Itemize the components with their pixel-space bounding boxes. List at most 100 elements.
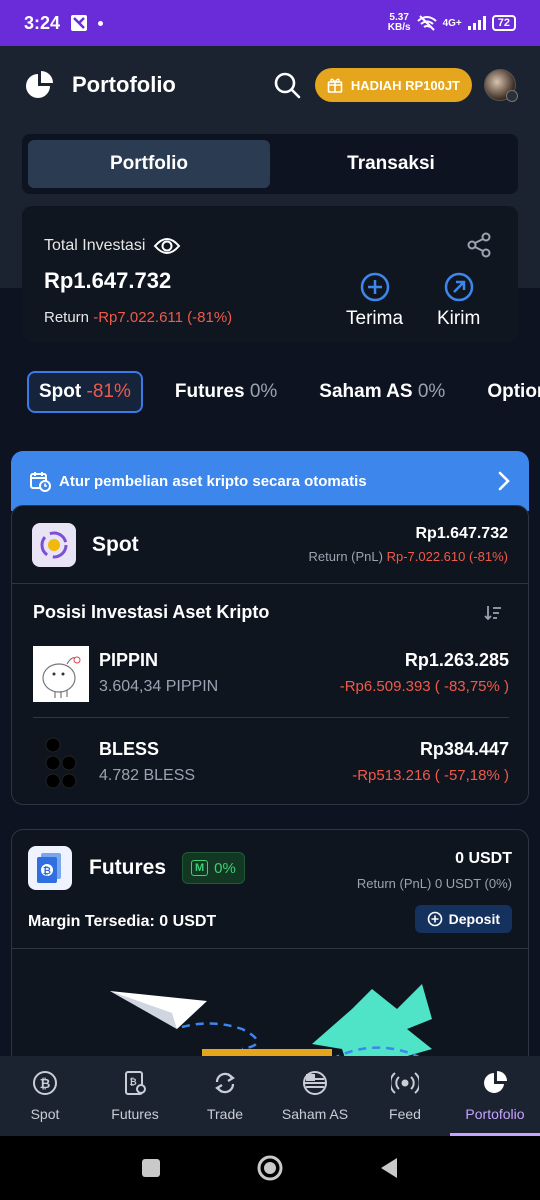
nav-label: Trade bbox=[206, 1106, 244, 1122]
banner-text: Atur pembelian aset kripto secara otomat… bbox=[59, 472, 367, 490]
return-value: -Rp7.022.611 (-81%) bbox=[93, 309, 233, 326]
margin-available: Margin Tersedia: 0 USDT bbox=[28, 913, 217, 930]
network-speed: 5.37 KB/s bbox=[388, 13, 411, 33]
total-investment-value: Rp1.647.732 bbox=[44, 268, 172, 293]
spot-return-label: Return (PnL) bbox=[308, 549, 383, 564]
swap-icon bbox=[215, 1072, 235, 1094]
plus-circle-icon bbox=[360, 272, 389, 302]
eye-icon[interactable] bbox=[153, 236, 181, 256]
futures-card: ₿ Futures M 0% 0 USDT Return (PnL) 0 USD… bbox=[11, 829, 529, 1069]
position-name: PIPPIN bbox=[99, 650, 159, 670]
home-icon[interactable] bbox=[257, 1155, 283, 1181]
nav-label: Feed bbox=[389, 1106, 421, 1122]
nav-trade[interactable]: Trade bbox=[180, 1056, 270, 1136]
asset-tab-label: Options bbox=[487, 381, 540, 402]
futures-return: Return (PnL) 0 USDT (0%) bbox=[357, 876, 512, 891]
gift-icon bbox=[327, 78, 343, 93]
deposit-button[interactable]: Deposit bbox=[414, 905, 512, 933]
asset-type-tabs: Spot -81% Futures 0% Saham AS 0% Options… bbox=[27, 371, 540, 413]
asset-tab-label: Futures bbox=[174, 381, 245, 402]
promo-label: HADIAH RP100JT bbox=[350, 77, 460, 93]
position-name: BLESS bbox=[99, 739, 160, 759]
futures-value: 0 USDT bbox=[455, 850, 512, 867]
avatar[interactable] bbox=[484, 69, 518, 102]
calendar-clock-icon bbox=[30, 472, 51, 492]
svg-text:₿: ₿ bbox=[40, 1077, 51, 1092]
total-investment-label-row: Total Investasi bbox=[44, 236, 181, 256]
us-flag-icon bbox=[303, 1071, 327, 1095]
promo-button[interactable]: HADIAH RP100JT bbox=[314, 68, 472, 102]
send-button[interactable]: Kirim bbox=[437, 272, 480, 330]
asset-tab-pct: 0% bbox=[417, 381, 446, 402]
spot-card: Spot Rp1.647.732 Return (PnL) Rp-7.022.6… bbox=[11, 505, 529, 805]
asset-tab-futures[interactable]: Futures 0% bbox=[165, 371, 287, 413]
bless-token-icon bbox=[33, 735, 89, 791]
nav-saham-as[interactable]: Saham AS bbox=[270, 1056, 360, 1136]
pie-chart-icon bbox=[484, 1071, 507, 1093]
signal-icon bbox=[467, 16, 486, 30]
nav-spot[interactable]: ₿ Spot bbox=[0, 1056, 90, 1136]
asset-tab-label: Saham AS bbox=[319, 381, 413, 402]
network-type: 4G+ bbox=[442, 17, 462, 29]
back-icon[interactable] bbox=[379, 1157, 399, 1179]
spot-summary: Rp1.647.732 Return (PnL) Rp-7.022.610 (-… bbox=[309, 525, 508, 564]
top-header: Portofolio HADIAH RP100JT bbox=[0, 46, 540, 124]
position-row-pippin[interactable]: PIPPIN 3.604,34 PIPPIN Rp1.263.285 -Rp6.… bbox=[33, 646, 509, 716]
portfolio-tabs: Portfolio Transaksi bbox=[22, 134, 518, 194]
position-row-bless[interactable]: BLESS 4.782 BLESS Rp384.447 -Rp513.216 (… bbox=[33, 735, 509, 805]
receive-label: Terima bbox=[346, 308, 404, 329]
position-value: Rp1.263.285 bbox=[404, 650, 509, 670]
nav-portofolio[interactable]: Portofolio bbox=[450, 1056, 540, 1136]
total-investment-label: Total Investasi bbox=[44, 237, 146, 254]
battery-icon: 72 bbox=[491, 15, 516, 31]
nav-feed[interactable]: Feed bbox=[360, 1056, 450, 1136]
asset-tab-pct: -81% bbox=[86, 381, 131, 402]
spot-coin-icon bbox=[32, 522, 76, 567]
asset-tab-label: Spot bbox=[39, 381, 82, 402]
position-value: Rp384.447 bbox=[419, 739, 509, 759]
bitcoin-icon: ₿ bbox=[33, 1071, 57, 1095]
badge-value: 0% bbox=[214, 859, 236, 877]
status-time: 3:24 bbox=[24, 12, 61, 33]
position-qty: 3.604,34 PIPPIN bbox=[99, 678, 219, 695]
send-label: Kirim bbox=[437, 308, 481, 329]
recents-icon[interactable] bbox=[141, 1158, 161, 1178]
nav-label: Futures bbox=[111, 1106, 159, 1122]
chevron-right-icon bbox=[498, 471, 510, 491]
investment-summary-card: Total Investasi Rp1.647.732 Return -Rp7.… bbox=[22, 206, 518, 342]
spot-header[interactable]: Spot Rp1.647.732 Return (PnL) Rp-7.022.6… bbox=[12, 506, 528, 584]
search-icon[interactable] bbox=[273, 71, 301, 99]
asset-tab-options[interactable]: Options 0% bbox=[477, 371, 540, 413]
margin-icon: M bbox=[191, 860, 209, 876]
nav-label: Saham AS bbox=[281, 1106, 349, 1122]
wifi-off-icon bbox=[416, 15, 437, 31]
sort-icon[interactable] bbox=[484, 604, 502, 622]
app-notification-icon bbox=[71, 15, 88, 31]
futures-coin-icon: ₿ bbox=[28, 846, 72, 890]
position-pnl: -Rp6.509.393 ( -83,75% ) bbox=[339, 678, 509, 695]
asset-tab-pct: 0% bbox=[249, 381, 278, 402]
nav-label: Spot bbox=[30, 1106, 60, 1122]
nav-futures[interactable]: ₿ Futures bbox=[90, 1056, 180, 1136]
futures-return-label: Return (PnL) bbox=[356, 876, 432, 891]
receive-button[interactable]: Terima bbox=[346, 272, 403, 330]
page-title: Portofolio bbox=[72, 72, 176, 97]
speed-unit: KB/s bbox=[387, 22, 411, 33]
share-icon[interactable] bbox=[466, 232, 492, 258]
positions-title: Posisi Investasi Aset Kripto bbox=[33, 602, 270, 622]
futures-icon: ₿ bbox=[125, 1071, 146, 1095]
asset-tab-spot[interactable]: Spot -81% bbox=[27, 371, 143, 413]
asset-tab-saham-as[interactable]: Saham AS 0% bbox=[309, 371, 455, 413]
tab-transaksi[interactable]: Transaksi bbox=[270, 140, 512, 188]
plus-circle-icon bbox=[427, 911, 442, 927]
pippin-token-icon bbox=[33, 646, 89, 702]
spot-value: Rp1.647.732 bbox=[415, 525, 508, 542]
pie-logo-icon bbox=[26, 71, 53, 98]
bottom-navigation: ₿ Spot ₿ Futures Trade Saham AS Feed Por… bbox=[0, 1056, 540, 1136]
svg-text:₿: ₿ bbox=[129, 1077, 136, 1088]
row-divider bbox=[33, 717, 509, 718]
spot-return: Return (PnL) Rp-7.022.610 (-81%) bbox=[309, 549, 508, 564]
broadcast-icon bbox=[391, 1072, 419, 1094]
auto-buy-banner[interactable]: Atur pembelian aset kripto secara otomat… bbox=[11, 451, 529, 511]
tab-portfolio[interactable]: Portfolio bbox=[28, 140, 270, 188]
